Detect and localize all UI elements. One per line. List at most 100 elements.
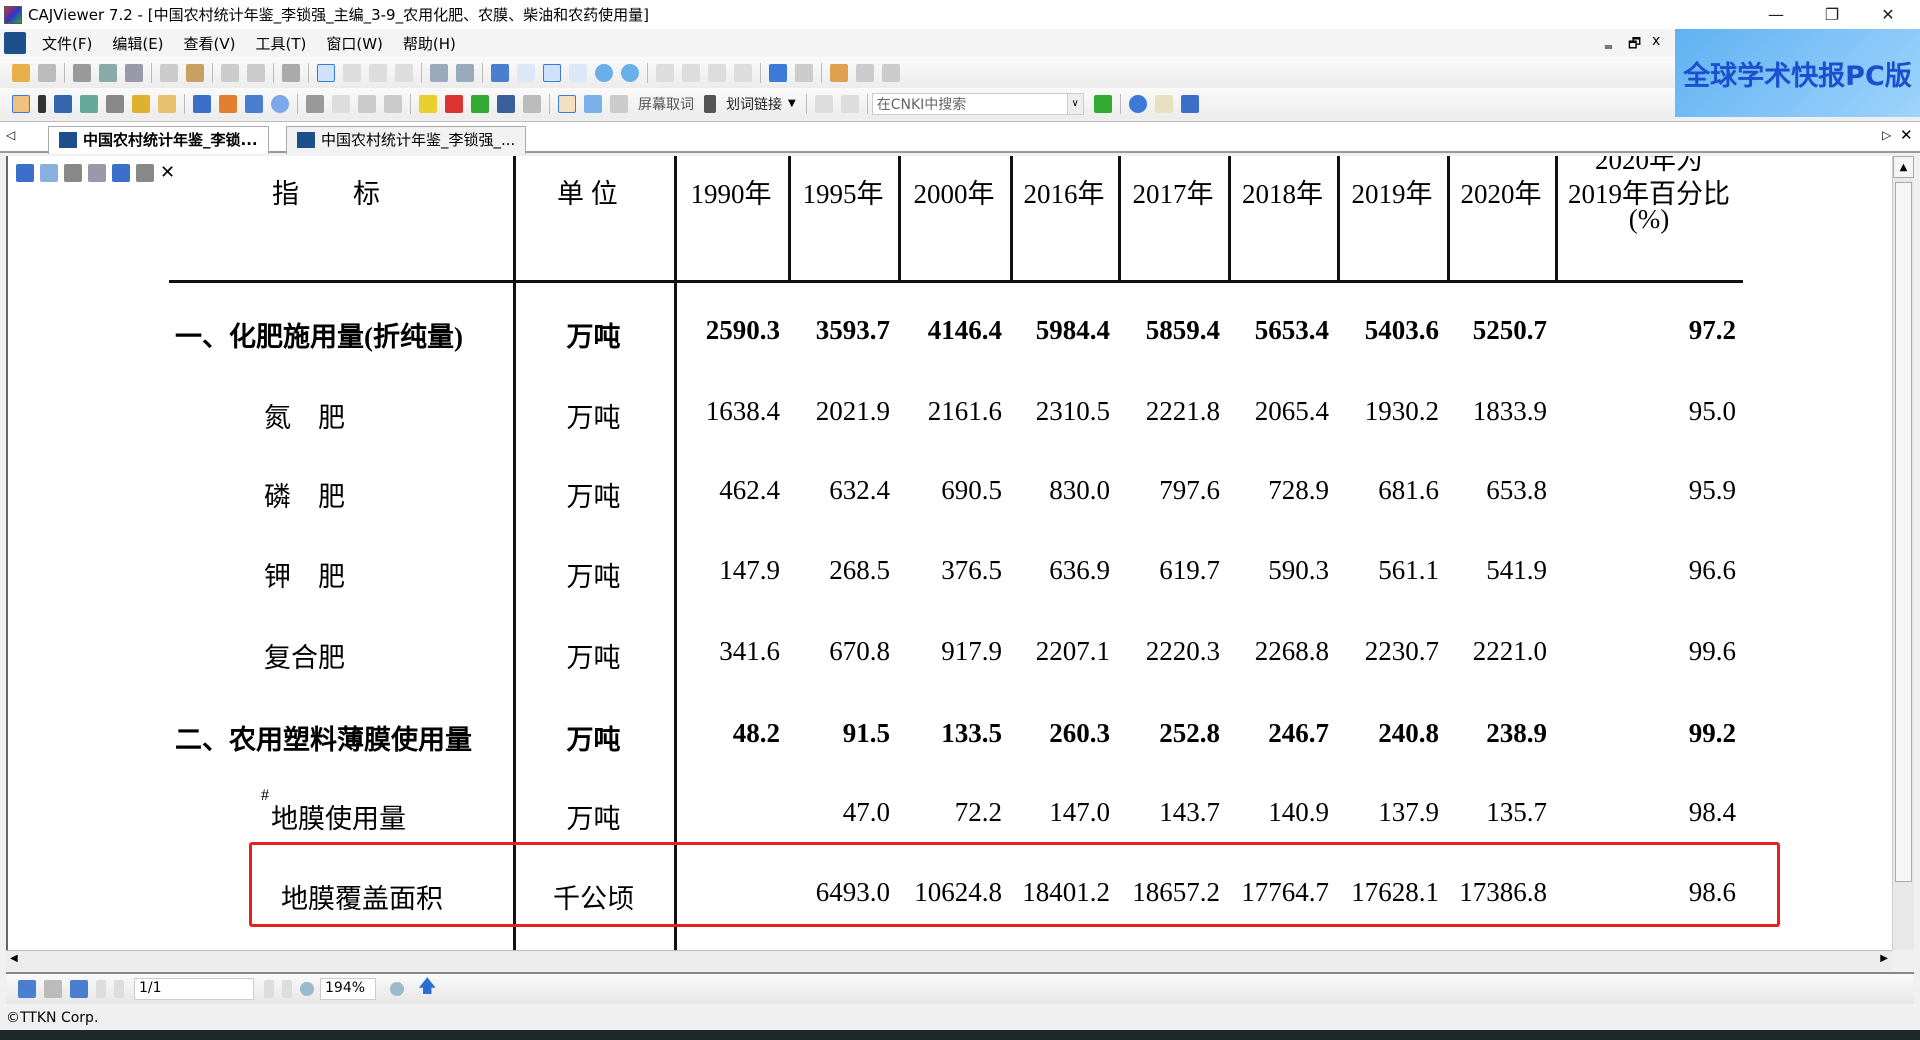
vertical-scrollbar[interactable]: ▲ xyxy=(1892,156,1914,950)
fit-width-icon[interactable] xyxy=(569,63,587,82)
menu-window[interactable]: 窗口(W) xyxy=(326,33,383,54)
tab-close-icon[interactable]: ✕ xyxy=(1900,126,1913,144)
mdi-restore-button[interactable]: 🗗 xyxy=(1628,33,1641,57)
ellipse-icon[interactable] xyxy=(271,94,289,113)
gear-icon[interactable] xyxy=(358,94,376,113)
book-icon[interactable] xyxy=(395,63,413,82)
eraser-icon[interactable] xyxy=(306,94,324,113)
copy-icon[interactable] xyxy=(160,63,178,82)
restore-button[interactable]: ❐ xyxy=(1804,0,1860,29)
about-icon[interactable] xyxy=(1180,94,1199,113)
actual-size-icon[interactable] xyxy=(517,63,535,82)
rotate2-icon[interactable] xyxy=(456,63,474,82)
note-icon[interactable] xyxy=(158,94,176,113)
close-button[interactable]: ✕ xyxy=(1860,0,1916,29)
music-icon[interactable] xyxy=(384,94,402,113)
facing-icon[interactable] xyxy=(369,63,387,82)
scan-icon[interactable] xyxy=(88,164,106,182)
close-icon[interactable]: ✕ xyxy=(160,164,175,182)
fit-page-icon[interactable] xyxy=(543,63,561,82)
scroll-right-icon[interactable]: ▶ xyxy=(1880,953,1888,964)
tab-document-1[interactable]: 中国农村统计年鉴_李锁... xyxy=(48,126,269,154)
image-select-icon[interactable] xyxy=(80,94,98,113)
undo-icon[interactable] xyxy=(221,63,239,82)
grid-view-icon[interactable] xyxy=(70,980,88,998)
select-arrow-icon[interactable] xyxy=(38,94,46,113)
pencil-icon[interactable] xyxy=(219,94,237,113)
tab-scroll-right-icon[interactable]: ▷ xyxy=(1882,128,1891,142)
prev-page-icon[interactable] xyxy=(114,980,124,998)
mdi-minimize-button[interactable]: ‗ xyxy=(1605,33,1612,49)
next-page-icon[interactable] xyxy=(708,63,726,82)
rectangle-icon[interactable] xyxy=(245,94,263,113)
horizontal-scrollbar[interactable]: ◀ ▶ xyxy=(6,950,1892,970)
single-page-view-icon[interactable] xyxy=(18,980,36,998)
last-page-icon[interactable] xyxy=(282,980,292,998)
rotate-icon[interactable] xyxy=(430,63,448,82)
next-find-icon[interactable] xyxy=(882,63,900,82)
continuous-icon[interactable] xyxy=(343,63,361,82)
anchor-icon[interactable] xyxy=(497,94,515,113)
mdi-close-button[interactable]: x xyxy=(1652,33,1660,49)
promo-banner[interactable]: 全球学术快报PC版 xyxy=(1675,29,1920,117)
search-dropdown-icon[interactable]: ∨ xyxy=(1066,93,1083,114)
find-icon[interactable] xyxy=(830,63,848,82)
prev-page-icon[interactable] xyxy=(682,63,700,82)
stamp-icon[interactable] xyxy=(332,94,350,113)
paste-icon[interactable] xyxy=(186,63,204,82)
zoom-out-icon[interactable] xyxy=(595,63,613,82)
pause-icon[interactable] xyxy=(840,94,859,113)
minimize-button[interactable]: — xyxy=(1748,0,1804,29)
save-icon[interactable] xyxy=(38,63,56,82)
tab-document-2[interactable]: 中国农村统计年鉴_李锁强_... xyxy=(286,126,527,154)
cnki-search-input[interactable]: 在CNKI中搜索 ∨ xyxy=(871,92,1084,115)
scroll-up-icon[interactable]: ▲ xyxy=(1893,156,1914,178)
open-icon[interactable] xyxy=(12,63,30,82)
scroll-left-icon[interactable]: ◀ xyxy=(10,953,18,964)
export-icon[interactable] xyxy=(282,63,300,82)
check-icon[interactable] xyxy=(558,94,576,113)
text-select-icon[interactable] xyxy=(54,94,72,113)
scroll-thumb[interactable] xyxy=(1895,182,1912,882)
zoom-input[interactable]: 194% xyxy=(320,978,376,1000)
document-view[interactable]: ✕ 指 标 单 位 1990年 1995年 2000年 2016年 2017年 2018年 20… xyxy=(6,156,1892,950)
menu-help[interactable]: 帮助(H) xyxy=(403,33,456,54)
fullscreen-icon[interactable] xyxy=(491,63,509,82)
single-page-icon[interactable] xyxy=(317,63,335,82)
zoom-in-icon[interactable] xyxy=(621,63,639,82)
last-page-icon[interactable] xyxy=(734,63,752,82)
word-link-dropdown-icon[interactable]: ▼ xyxy=(788,98,796,109)
first-page-icon[interactable] xyxy=(96,980,106,998)
zoom-out-icon[interactable] xyxy=(300,982,314,996)
highlight-icon[interactable] xyxy=(419,94,437,113)
first-page-icon[interactable] xyxy=(656,63,674,82)
scan-icon[interactable] xyxy=(125,63,143,82)
forward-icon[interactable] xyxy=(795,63,813,82)
help-doc-icon[interactable] xyxy=(1154,94,1173,113)
network-icon[interactable] xyxy=(584,94,602,113)
help-icon[interactable] xyxy=(1128,94,1147,113)
save-icon[interactable] xyxy=(16,164,34,182)
ocr-icon[interactable] xyxy=(136,164,154,182)
menu-view[interactable]: 查看(V) xyxy=(184,33,236,54)
pen-icon[interactable] xyxy=(193,94,211,113)
menu-tools[interactable]: 工具(T) xyxy=(256,33,307,54)
next-page-icon[interactable] xyxy=(264,980,274,998)
search-go-icon[interactable] xyxy=(1093,94,1112,113)
prev-find-icon[interactable] xyxy=(856,63,874,82)
hand-tool-icon[interactable] xyxy=(12,94,30,113)
tab-scroll-left-icon[interactable]: ◁ xyxy=(6,128,15,142)
copy-icon[interactable] xyxy=(40,164,58,182)
ocr-icon[interactable] xyxy=(106,94,124,113)
word-icon[interactable] xyxy=(112,164,130,182)
thumbnail-view-icon[interactable] xyxy=(44,980,62,998)
play-icon[interactable] xyxy=(814,94,833,113)
user-icon[interactable] xyxy=(523,94,541,113)
word-link-button[interactable]: 划词链接 xyxy=(726,94,782,114)
screen-word-button[interactable]: 屏幕取词 xyxy=(638,94,694,114)
redo-icon[interactable] xyxy=(247,63,265,82)
go-up-icon[interactable]: 🡅 xyxy=(418,974,437,1004)
menu-edit[interactable]: 编辑(E) xyxy=(112,33,163,54)
print-icon[interactable] xyxy=(73,63,91,82)
print-preview-icon[interactable] xyxy=(99,63,117,82)
